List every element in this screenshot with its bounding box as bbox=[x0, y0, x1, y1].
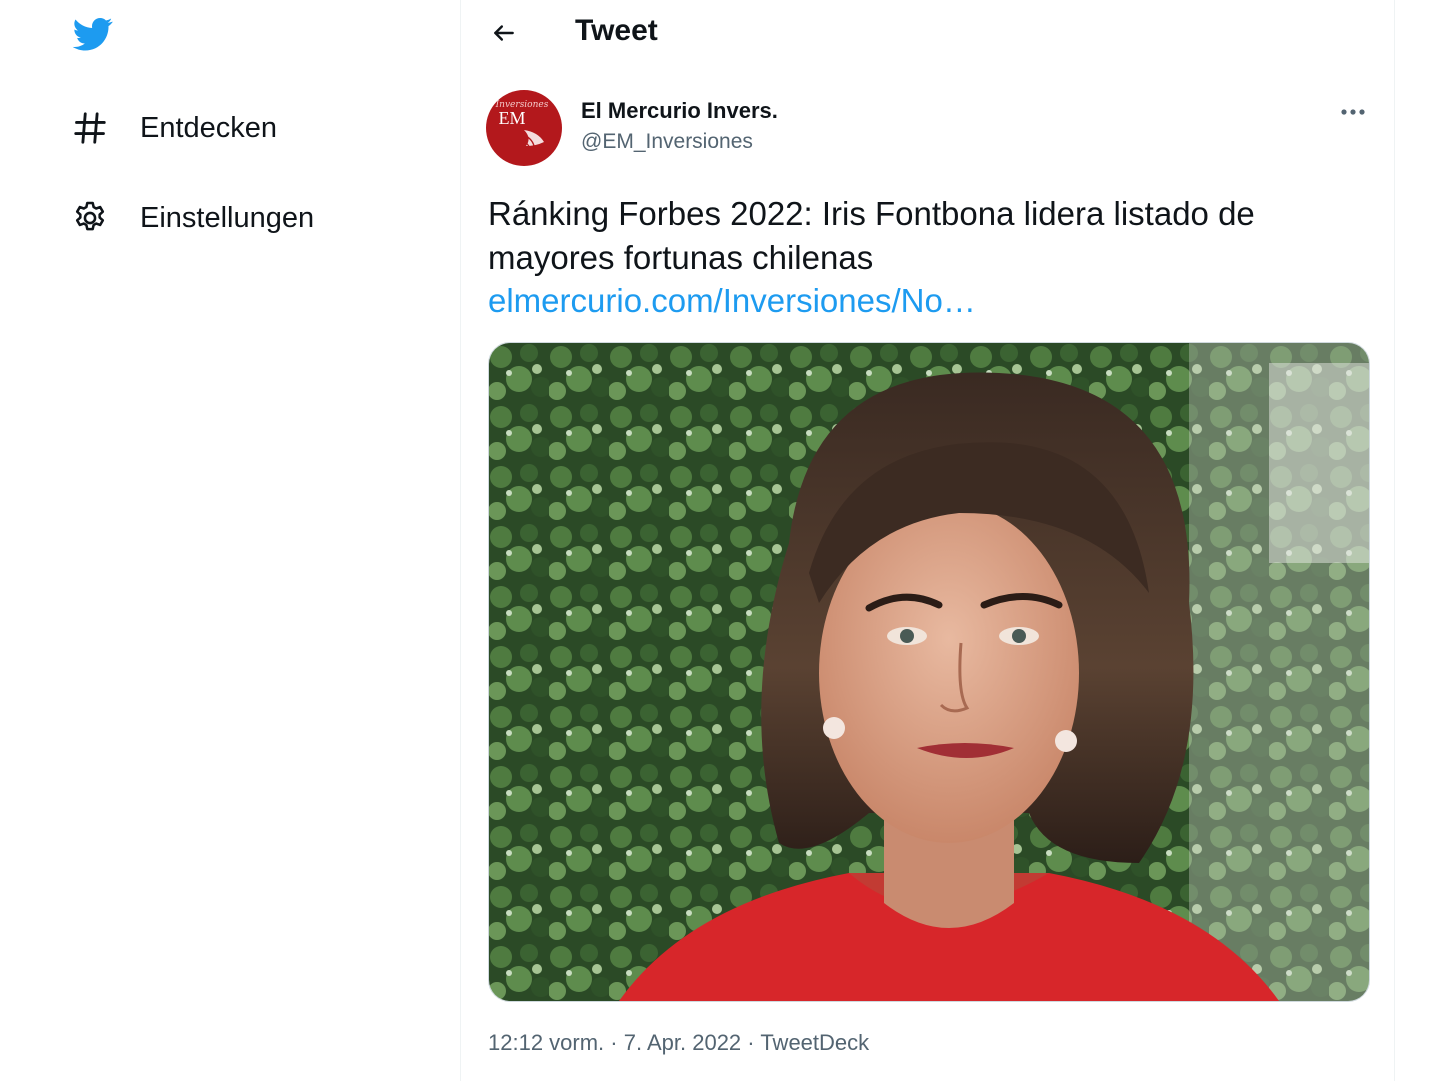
tweet-time[interactable]: 12:12 vorm. bbox=[488, 1030, 604, 1055]
more-button[interactable] bbox=[1333, 96, 1373, 128]
tweet-photo[interactable] bbox=[488, 342, 1370, 1002]
sidebar-item-label: Entdecken bbox=[140, 111, 278, 144]
more-horizontal-icon bbox=[1341, 109, 1365, 115]
page: Entdecken Einstellungen Tweet Inversione… bbox=[0, 0, 1440, 1081]
page-title: Tweet bbox=[575, 14, 658, 47]
sidebar-item-label: Einstellungen bbox=[140, 201, 315, 234]
photo-portrait-woman bbox=[489, 343, 1369, 1001]
tweet-date[interactable]: 7. Apr. 2022 bbox=[624, 1030, 741, 1055]
separator: · bbox=[741, 1030, 761, 1055]
tweet-source[interactable]: TweetDeck bbox=[760, 1030, 869, 1055]
tweet-detail-column: Tweet Inversiones EM El Mercurio Invers.… bbox=[461, 0, 1394, 1081]
twitter-bird-icon[interactable] bbox=[70, 14, 116, 54]
column-divider bbox=[1394, 0, 1395, 1081]
page-header: Tweet bbox=[461, 0, 1394, 66]
avatar[interactable]: Inversiones EM bbox=[486, 90, 562, 166]
arrow-left-icon bbox=[494, 25, 514, 41]
tweet-link[interactable]: elmercurio.com/Inversiones/No… bbox=[488, 280, 976, 322]
hashtag-icon bbox=[70, 108, 110, 148]
back-button[interactable] bbox=[483, 12, 525, 54]
tweet-metadata: 12:12 vorm. · 7. Apr. 2022 · TweetDeck bbox=[488, 1030, 869, 1056]
sidebar-item-explore[interactable]: Entdecken bbox=[62, 98, 291, 158]
author-handle[interactable]: @EM_Inversiones bbox=[581, 130, 753, 154]
sidebar: Entdecken Einstellungen bbox=[0, 0, 460, 1081]
separator: · bbox=[604, 1030, 624, 1055]
gear-icon bbox=[70, 198, 110, 238]
tweet-text: Ránking Forbes 2022: Iris Fontbona lider… bbox=[488, 195, 1255, 276]
author-name[interactable]: El Mercurio Invers. bbox=[581, 98, 778, 124]
sidebar-item-settings[interactable]: Einstellungen bbox=[62, 188, 328, 248]
avatar-text-main: EM bbox=[499, 108, 526, 128]
